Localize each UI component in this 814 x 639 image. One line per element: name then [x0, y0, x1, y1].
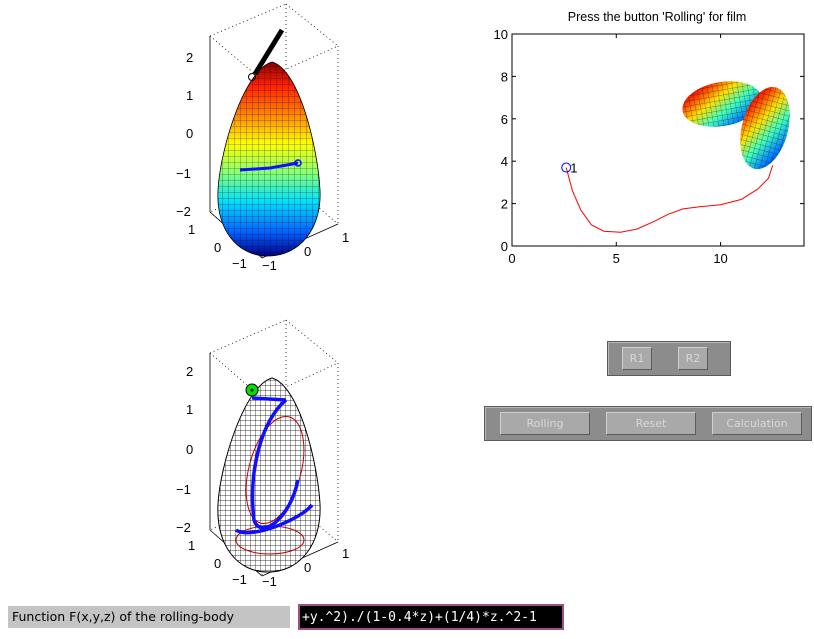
top-left-x-tick: −1 [262, 258, 277, 273]
calculation-button[interactable]: Calculation [712, 412, 802, 435]
bottom-left-z-tick: 0 [186, 442, 193, 457]
top-left-axes-box [209, 3, 339, 259]
top-left-z-tick: −1 [176, 166, 191, 181]
trajectory-path [565, 165, 774, 233]
action-button-panel: Rolling Reset Calculation [484, 406, 812, 441]
x-tick-label: 10 [713, 251, 727, 266]
r2-button[interactable]: R2 [678, 347, 708, 370]
bottom-left-z-tick: 1 [186, 402, 193, 417]
function-label: Function F(x,y,z) of the rolling-body [8, 606, 290, 628]
bottom-left-egg-wireframe [217, 377, 321, 573]
top-left-x-tick: 1 [342, 230, 349, 245]
bottom-left-y-tick: 1 [188, 538, 195, 553]
function-input[interactable] [298, 604, 564, 630]
start-marker [561, 162, 572, 173]
top-left-x-tick: 0 [304, 244, 311, 259]
bottom-left-x-tick: 1 [342, 546, 349, 561]
top-left-z-tick: 2 [186, 50, 193, 65]
top-left-blue-path [239, 161, 299, 172]
bottom-left-z-tick: −2 [176, 520, 191, 535]
bottom-left-y-tick: −1 [232, 572, 247, 587]
chart-title: Press the button 'Rolling' for film [568, 10, 746, 24]
y-tick-label: 0 [501, 239, 508, 254]
contact-point-marker [245, 383, 259, 397]
top-left-z-tick: 1 [186, 88, 193, 103]
reset-button[interactable]: Reset [606, 412, 696, 435]
top-left-rod [252, 28, 285, 76]
bottom-left-y-tick: 0 [214, 556, 221, 571]
bottom-left-z-tick: 2 [186, 364, 193, 379]
y-tick-label: 2 [501, 197, 508, 212]
bottom-left-x-tick: 0 [304, 560, 311, 575]
top-left-3d-plot[interactable]: 2 1 0 −1 −2 1 0 −1 −1 0 1 [0, 0, 814, 639]
y-tick-label: 4 [501, 154, 508, 169]
chart-axes-box [511, 33, 805, 247]
top-left-egg-surface [217, 61, 321, 257]
bottom-left-x-tick: −1 [262, 574, 277, 589]
r1-button[interactable]: R1 [622, 347, 652, 370]
top-left-z-tick: 0 [186, 126, 193, 141]
top-left-y-tick: 1 [188, 222, 195, 237]
radius-button-panel: R1 R2 [607, 341, 731, 376]
top-left-z-tick: −2 [176, 204, 191, 219]
y-tick-label: 8 [501, 69, 508, 84]
top-left-contact-marker [248, 73, 256, 81]
y-tick-label: 6 [501, 112, 508, 127]
bottom-left-blue-path [234, 396, 314, 535]
rolling-body-images [682, 81, 790, 170]
trajectory-chart[interactable]: Press the button 'Rolling' for film 0 5 10… [0, 0, 814, 639]
bottom-left-z-tick: −1 [176, 482, 191, 497]
x-tick-label: 5 [613, 251, 620, 266]
rolling-button[interactable]: Rolling [500, 412, 590, 435]
top-left-y-tick: 0 [214, 240, 221, 255]
start-marker-label: 1 [570, 161, 577, 176]
x-tick-label: 0 [508, 251, 515, 266]
bottom-left-axes-box [209, 319, 339, 577]
top-left-y-tick: −1 [232, 256, 247, 271]
bottom-left-3d-plot[interactable]: 2 1 0 −1 −2 1 0 −1 −1 0 1 [0, 0, 814, 639]
y-tick-label: 10 [494, 27, 508, 42]
